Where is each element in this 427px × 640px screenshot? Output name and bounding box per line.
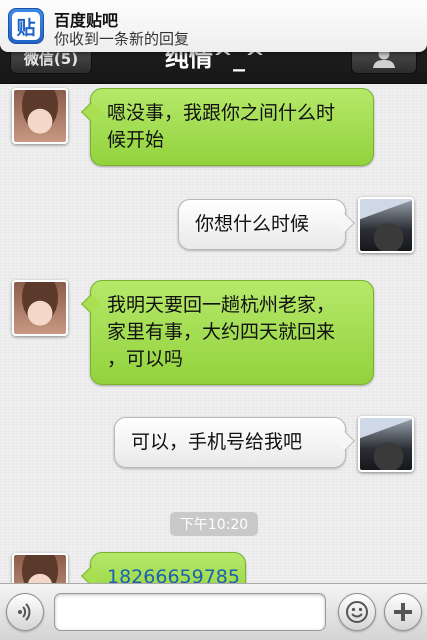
smiley-icon [346, 601, 368, 623]
contact-avatar[interactable] [12, 88, 68, 144]
my-avatar[interactable] [358, 197, 414, 253]
message-line: 候开始 [107, 129, 165, 151]
message-input[interactable] [54, 593, 326, 631]
tieba-app-icon: 贴 [8, 8, 44, 44]
message-line: 家里有事，大约四天就回来 [107, 321, 336, 343]
plus-icon [394, 603, 412, 621]
message-bubble-sent[interactable]: 你想什么时候 [178, 199, 355, 250]
notification-message: 你收到一条新的回复 [54, 30, 190, 48]
contact-avatar[interactable] [12, 280, 68, 336]
emoji-button[interactable] [338, 593, 376, 631]
timestamp-badge: 下午10:20 [170, 512, 258, 536]
my-avatar[interactable] [358, 416, 414, 472]
message-line: ，可以吗 [107, 348, 184, 370]
message-line: 可以，手机号给我吧 [131, 431, 303, 453]
voice-button[interactable] [6, 593, 44, 631]
voice-wave-icon [18, 603, 31, 621]
message-bubble-sent[interactable]: 可以，手机号给我吧 [114, 417, 355, 468]
message-line: 你想什么时候 [195, 213, 310, 235]
message-input-bar [0, 583, 427, 640]
notification-banner[interactable]: 贴 百度贴吧 你收到一条新的回复 [0, 0, 427, 52]
add-attachment-button[interactable] [384, 593, 422, 631]
message-line: 嗯没事，我跟你之间什么时 [107, 102, 336, 124]
message-bubble-received[interactable]: 嗯没事，我跟你之间什么时 候开始 [81, 88, 374, 166]
message-line: 我明天要回一趟杭州老家， [107, 294, 336, 316]
message-bubble-received[interactable]: 我明天要回一趟杭州老家， 家里有事，大约四天就回来 ，可以吗 [81, 280, 374, 385]
